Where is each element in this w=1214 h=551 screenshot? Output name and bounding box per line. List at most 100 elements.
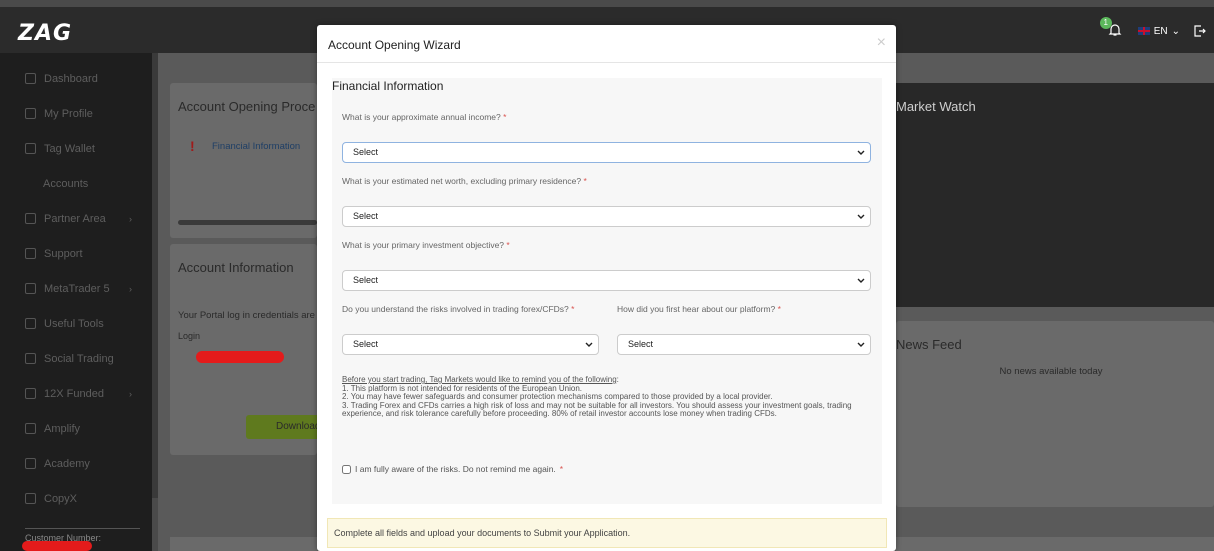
chevron-down-icon — [857, 278, 865, 283]
sidebar-item-label: Social Trading — [44, 352, 114, 365]
language-label: EN — [1153, 25, 1168, 37]
income-select[interactable]: Select — [342, 142, 871, 163]
financial-information-form: Financial Information What is your appro… — [332, 78, 882, 504]
sidebar-item-label: CopyX — [44, 492, 78, 505]
hear-select[interactable]: Select — [617, 334, 871, 355]
support-icon — [25, 248, 36, 259]
chevron-down-icon — [857, 214, 865, 219]
uk-flag-icon — [1137, 27, 1150, 35]
process-step-financial[interactable]: Financial Information — [212, 141, 300, 152]
monitor-icon — [25, 283, 36, 294]
bar-chart-icon — [25, 458, 36, 469]
required-mark: * — [559, 464, 564, 474]
bar-chart-icon — [25, 423, 36, 434]
objective-select[interactable]: Select — [342, 270, 871, 291]
wallet-icon — [25, 143, 36, 154]
checkbox-label: I am fully aware of the risks. Do not re… — [355, 464, 556, 474]
sidebar-item-label: Useful Tools — [44, 317, 104, 330]
risks-select[interactable]: Select — [342, 334, 599, 355]
process-scrollbar[interactable] — [178, 220, 317, 225]
income-question: What is your approximate annual income? … — [342, 112, 507, 122]
news-empty-message: No news available today — [999, 366, 1103, 377]
risk-acknowledgement-checkbox[interactable] — [342, 464, 351, 474]
sidebar-item-accounts[interactable]: Accounts — [0, 166, 152, 201]
close-icon[interactable]: × — [877, 34, 886, 52]
logout-icon[interactable] — [1194, 25, 1206, 37]
warning-icon: ! — [190, 138, 195, 154]
sidebar-item-social-trading[interactable]: Social Trading — [0, 341, 152, 376]
account-information-card: Account Information Your Portal log in c… — [170, 244, 321, 455]
select-value: Select — [628, 339, 654, 349]
bar-chart-icon — [25, 388, 36, 399]
select-value: Select — [353, 147, 379, 157]
select-value: Select — [353, 275, 379, 285]
credentials-text: Your Portal log in credentials are — [178, 310, 315, 321]
bottom-strip — [170, 537, 317, 551]
redaction-mark — [196, 351, 284, 363]
chevron-down-icon — [857, 342, 865, 347]
social-icon — [25, 353, 36, 364]
sidebar-item-label: Accounts — [43, 177, 89, 190]
sidebar-item-dashboard[interactable]: Dashboard — [0, 61, 152, 96]
sidebar-item-label: Amplify — [44, 422, 81, 435]
risks-question: Do you understand the risks involved in … — [342, 304, 575, 314]
chevron-down-icon — [857, 150, 865, 155]
section-title: Financial Information — [332, 79, 444, 93]
language-selector[interactable]: EN ⌄ — [1137, 25, 1180, 37]
dashboard-icon — [25, 73, 36, 84]
chevron-right-icon: › — [129, 388, 132, 399]
sidebar-item-academy[interactable]: Academy — [0, 446, 152, 481]
download-label: Download — [276, 421, 321, 432]
logo[interactable]: ZAG — [18, 21, 72, 46]
sidebar-item-label: Dashboard — [44, 72, 98, 85]
market-watch-title: Market Watch — [896, 99, 976, 114]
net-worth-question: What is your estimated net worth, exclud… — [342, 176, 587, 186]
sidebar-item-label: Support — [44, 247, 83, 260]
objective-question: What is your primary investment objectiv… — [342, 240, 510, 250]
bar-chart-icon — [25, 493, 36, 504]
bell-icon — [1108, 24, 1122, 36]
sidebar-item-support[interactable]: Support — [0, 236, 152, 271]
risk-acknowledgement: I am fully aware of the risks. Do not re… — [342, 464, 563, 474]
sidebar-item-my-profile[interactable]: My Profile — [0, 96, 152, 131]
footer-note: Complete all fields and upload your docu… — [327, 518, 887, 548]
chevron-down-icon: ⌄ — [1171, 25, 1180, 37]
download-button[interactable]: Download — [246, 415, 321, 439]
modal-header: Account Opening Wizard × — [317, 25, 896, 63]
disclaimer-heading: Before you start trading, Tag Markets wo… — [342, 375, 617, 384]
sidebar-item-amplify[interactable]: Amplify — [0, 411, 152, 446]
risk-disclaimer: Before you start trading, Tag Markets wo… — [342, 375, 877, 419]
process-title: Account Opening Proce — [178, 99, 316, 114]
account-info-title: Account Information — [178, 260, 294, 275]
sidebar: Dashboard My Profile Tag Wallet Accounts… — [0, 53, 152, 551]
sidebar-item-tag-wallet[interactable]: Tag Wallet — [0, 131, 152, 166]
partner-icon — [25, 213, 36, 224]
sidebar-item-12x-funded[interactable]: 12X Funded › — [0, 376, 152, 411]
sidebar-item-label: Tag Wallet — [44, 142, 95, 155]
user-icon — [25, 108, 36, 119]
select-value: Select — [353, 211, 379, 221]
sidebar-item-useful-tools[interactable]: Useful Tools — [0, 306, 152, 341]
news-feed-title: News Feed — [896, 337, 962, 352]
tools-icon — [25, 318, 36, 329]
sidebar-item-label: MetaTrader 5 — [44, 282, 110, 295]
chevron-down-icon — [585, 342, 593, 347]
news-feed-card: News Feed No news available today — [896, 321, 1214, 507]
sidebar-item-label: 12X Funded — [44, 387, 104, 400]
market-watch-panel: Market Watch — [896, 83, 1214, 307]
modal-title: Account Opening Wizard — [328, 38, 461, 52]
account-opening-wizard-modal: Account Opening Wizard × Financial Infor… — [317, 25, 896, 551]
sidebar-item-label: Partner Area — [44, 212, 106, 225]
chevron-right-icon: › — [129, 213, 132, 224]
sidebar-item-copyx[interactable]: CopyX — [0, 481, 152, 516]
notification-bell[interactable]: 1 — [1099, 17, 1124, 39]
sidebar-item-label: Academy — [44, 457, 90, 470]
net-worth-select[interactable]: Select — [342, 206, 871, 227]
sidebar-item-label: My Profile — [44, 107, 93, 120]
bottom-strip-right — [896, 537, 1214, 551]
top-right-controls: 1 EN ⌄ — [1099, 17, 1206, 39]
sidebar-item-partner-area[interactable]: Partner Area › — [0, 201, 152, 236]
chevron-right-icon: › — [129, 283, 132, 294]
disclaimer-line-3: 3. Trading Forex and CFDs carries a high… — [342, 400, 852, 418]
sidebar-item-metatrader-5[interactable]: MetaTrader 5 › — [0, 271, 152, 306]
